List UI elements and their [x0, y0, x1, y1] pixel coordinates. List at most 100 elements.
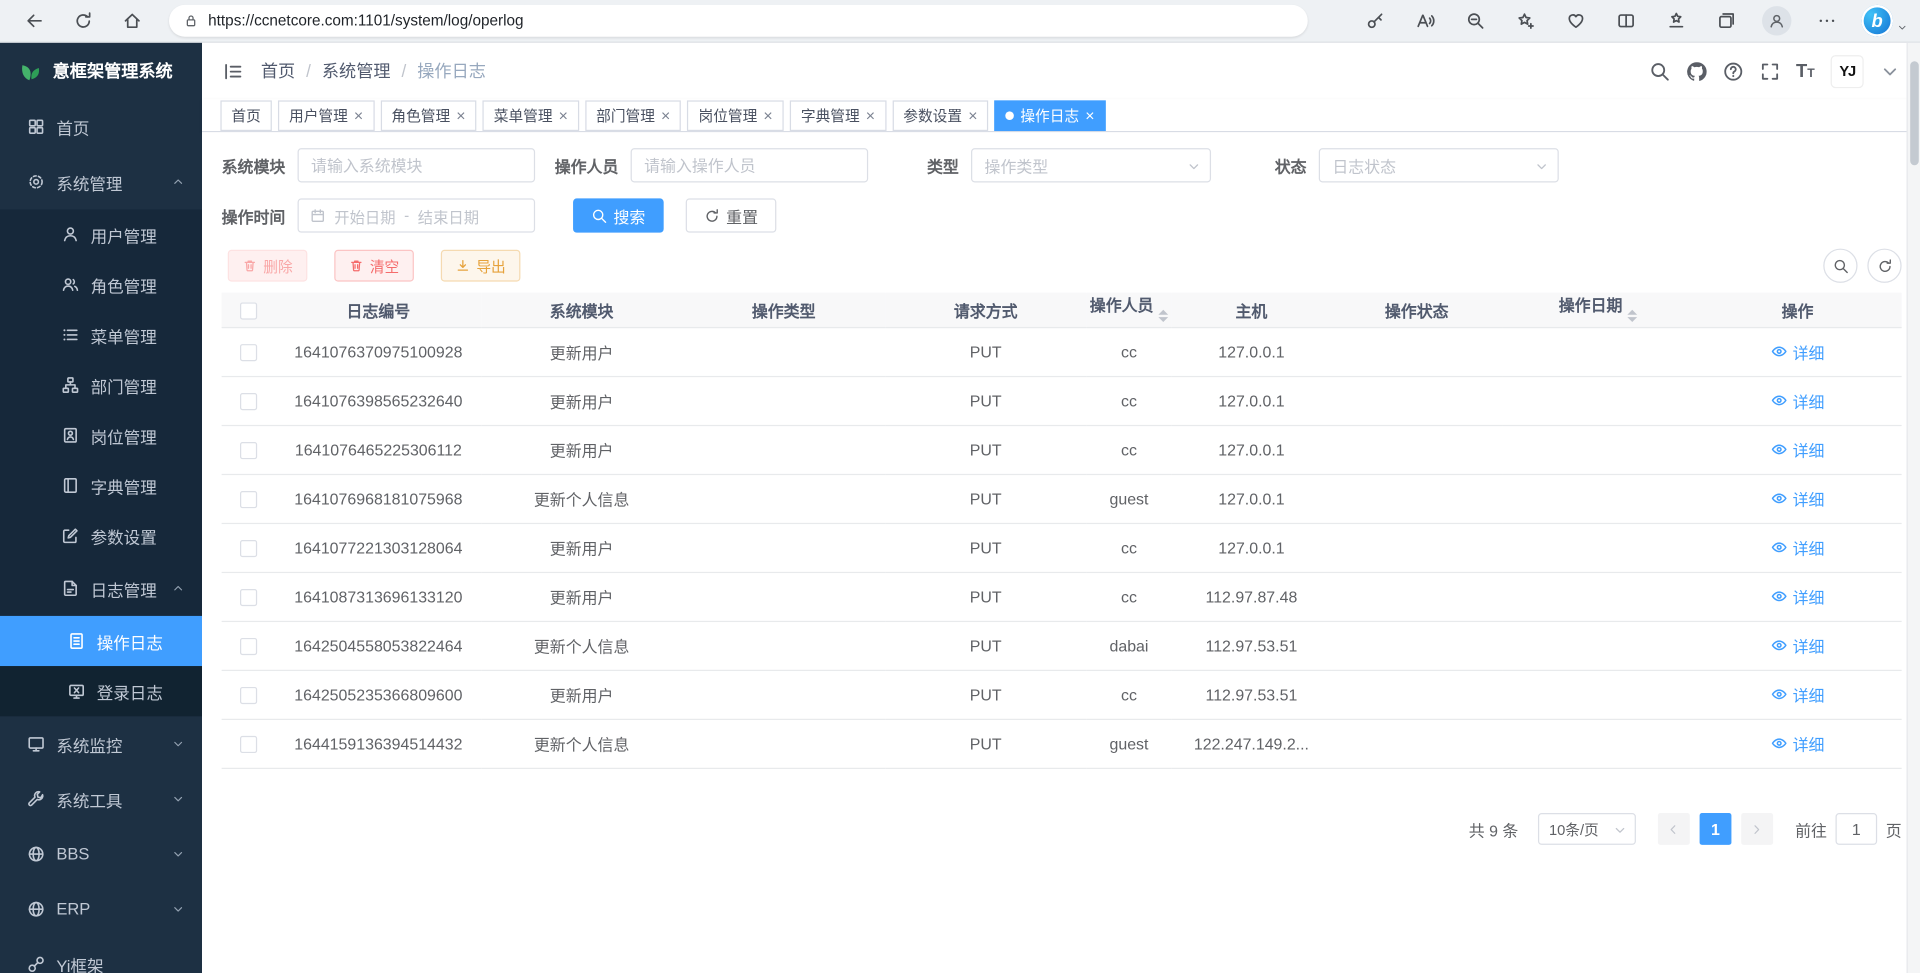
tab-close-icon[interactable]: ×	[456, 107, 465, 123]
col-date-sortable[interactable]: 操作日期	[1502, 293, 1693, 328]
row-checkbox[interactable]	[240, 491, 257, 508]
sidebar-item-menu-mgmt[interactable]: 菜单管理	[0, 310, 202, 360]
sidebar-item-system-mgmt[interactable]: 系统管理	[0, 154, 202, 209]
browser-profile-avatar[interactable]	[1760, 4, 1794, 38]
next-page-button[interactable]	[1741, 813, 1773, 845]
page-number-1[interactable]: 1	[1700, 813, 1732, 845]
header-search-button[interactable]	[1649, 61, 1670, 82]
github-button[interactable]	[1686, 61, 1707, 82]
operator-input[interactable]	[631, 148, 869, 182]
home-button[interactable]	[115, 4, 149, 38]
browser-essentials-icon[interactable]	[1559, 4, 1593, 38]
tab-dept-mgmt[interactable]: 部门管理×	[585, 100, 681, 131]
sidebar-item-log-mgmt[interactable]: 日志管理	[0, 561, 202, 616]
goto-page-input[interactable]	[1835, 813, 1877, 845]
module-input[interactable]	[298, 148, 536, 182]
clear-button[interactable]: 清空	[334, 250, 414, 282]
add-favorite-icon[interactable]	[1509, 4, 1543, 38]
row-checkbox[interactable]	[240, 344, 257, 361]
delete-button[interactable]: 删除	[228, 250, 308, 282]
detail-link[interactable]: 详细	[1771, 536, 1825, 559]
password-key-icon[interactable]	[1358, 4, 1392, 38]
sidebar-item-home[interactable]: 首页	[0, 99, 202, 154]
sort-icons[interactable]	[1627, 305, 1637, 327]
browser-menu-icon[interactable]	[1810, 4, 1844, 38]
tab-close-icon[interactable]: ×	[559, 107, 568, 123]
status-select[interactable]: 日志状态	[1319, 148, 1559, 182]
help-button[interactable]	[1723, 61, 1744, 82]
row-checkbox[interactable]	[240, 540, 257, 557]
detail-link[interactable]: 详细	[1771, 683, 1825, 706]
tab-oper-log[interactable]: 操作日志×	[995, 100, 1106, 131]
date-range-picker[interactable]: 开始日期 - 结束日期	[298, 198, 536, 232]
address-bar[interactable]: https://ccnetcore.com:1101/system/log/op…	[169, 5, 1308, 37]
tab-user-mgmt[interactable]: 用户管理×	[278, 100, 374, 131]
tab-post-mgmt[interactable]: 岗位管理×	[687, 100, 783, 131]
sidebar-item-param-settings[interactable]: 参数设置	[0, 511, 202, 561]
copilot-bing-icon[interactable]: b	[1860, 4, 1894, 38]
breadcrumb-home[interactable]: 首页	[261, 59, 295, 83]
tab-close-icon[interactable]: ×	[1085, 107, 1094, 123]
sidebar-item-yi-framework[interactable]: Yi框架	[0, 937, 202, 973]
prev-page-button[interactable]	[1658, 813, 1690, 845]
tab-close-icon[interactable]: ×	[763, 107, 772, 123]
sidebar-item-dept-mgmt[interactable]: 部门管理	[0, 360, 202, 410]
read-aloud-icon[interactable]	[1408, 4, 1442, 38]
sidebar-item-user-mgmt[interactable]: 用户管理	[0, 209, 202, 259]
tab-close-icon[interactable]: ×	[354, 107, 363, 123]
user-avatar[interactable]: YJ	[1831, 54, 1864, 87]
back-button[interactable]	[17, 4, 51, 38]
refresh-button[interactable]	[66, 4, 100, 38]
zoom-out-icon[interactable]	[1458, 4, 1492, 38]
sidebar-item-oper-log[interactable]: 操作日志	[0, 616, 202, 666]
collections-icon[interactable]	[1709, 4, 1743, 38]
sidebar-item-system-tools[interactable]: 系统工具	[0, 771, 202, 826]
row-checkbox[interactable]	[240, 393, 257, 410]
detail-link[interactable]: 详细	[1771, 585, 1825, 608]
split-screen-icon[interactable]	[1609, 4, 1643, 38]
sidebar-item-dict-mgmt[interactable]: 字典管理	[0, 460, 202, 510]
detail-link[interactable]: 详细	[1771, 389, 1825, 412]
favorites-icon[interactable]	[1659, 4, 1693, 38]
select-all-checkbox[interactable]	[240, 302, 257, 319]
table-refresh-button[interactable]	[1867, 249, 1901, 283]
tab-close-icon[interactable]: ×	[661, 107, 670, 123]
row-checkbox[interactable]	[240, 442, 257, 459]
sidebar-item-erp[interactable]: ERP	[0, 882, 202, 937]
detail-link[interactable]: 详细	[1771, 340, 1825, 363]
sidebar-item-bbs[interactable]: BBS	[0, 827, 202, 882]
row-checkbox[interactable]	[240, 638, 257, 655]
sidebar-toggle[interactable]	[223, 61, 244, 82]
row-checkbox[interactable]	[240, 736, 257, 753]
row-checkbox[interactable]	[240, 589, 257, 606]
sidebar-item-role-mgmt[interactable]: 角色管理	[0, 260, 202, 310]
detail-link[interactable]: 详细	[1771, 487, 1825, 510]
search-button[interactable]: 搜索	[573, 198, 664, 232]
tab-close-icon[interactable]: ×	[968, 107, 977, 123]
tab-role-mgmt[interactable]: 角色管理×	[380, 100, 476, 131]
detail-link[interactable]: 详细	[1771, 438, 1825, 461]
row-checkbox[interactable]	[240, 687, 257, 704]
table-search-toggle[interactable]	[1823, 249, 1857, 283]
scrollbar-thumb[interactable]	[1910, 61, 1919, 165]
reset-button[interactable]: 重置	[686, 198, 777, 232]
tab-param-settings[interactable]: 参数设置×	[892, 100, 988, 131]
vertical-scrollbar[interactable]	[1907, 43, 1920, 973]
export-button[interactable]: 导出	[441, 250, 521, 282]
font-size-button[interactable]: TT	[1796, 62, 1815, 80]
fullscreen-button[interactable]	[1759, 61, 1780, 82]
detail-link[interactable]: 详细	[1771, 634, 1825, 657]
tab-menu-mgmt[interactable]: 菜单管理×	[483, 100, 579, 131]
detail-link[interactable]: 详细	[1771, 732, 1825, 755]
sort-icons[interactable]	[1158, 305, 1168, 327]
col-operator-sortable[interactable]: 操作人员	[1086, 293, 1172, 328]
type-select[interactable]: 操作类型	[971, 148, 1211, 182]
sidebar-item-system-monitor[interactable]: 系统监控	[0, 716, 202, 771]
breadcrumb-system-mgmt[interactable]: 系统管理	[322, 59, 391, 83]
sidebar-item-post-mgmt[interactable]: 岗位管理	[0, 410, 202, 460]
sidebar-item-login-log[interactable]: 登录日志	[0, 666, 202, 716]
tab-home[interactable]: 首页	[220, 100, 271, 131]
tab-close-icon[interactable]: ×	[866, 107, 875, 123]
tab-dict-mgmt[interactable]: 字典管理×	[790, 100, 886, 131]
page-size-select[interactable]: 10条/页	[1538, 813, 1636, 845]
